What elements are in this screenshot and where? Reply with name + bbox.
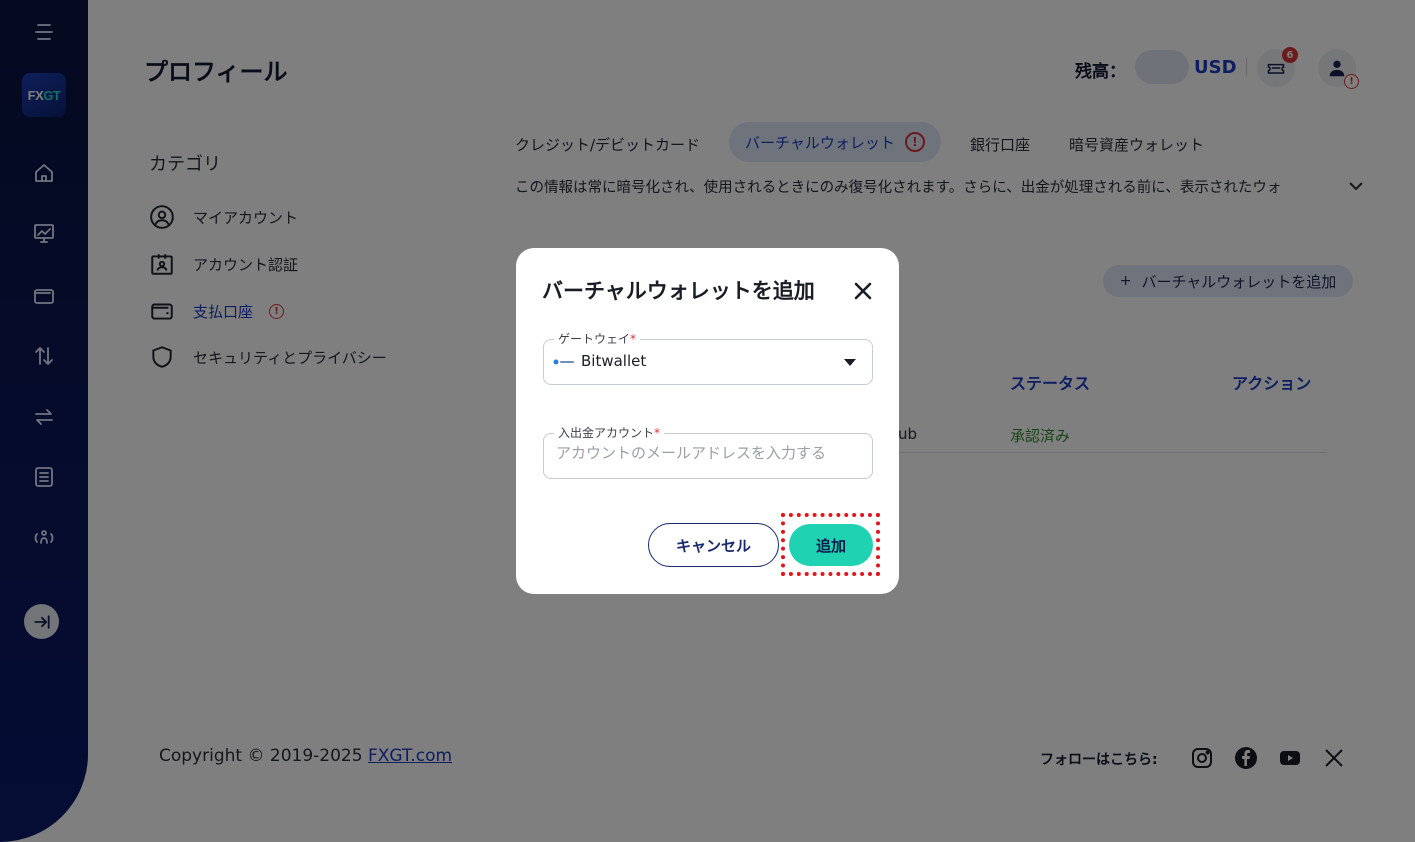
highlight-box: [781, 513, 880, 576]
gateway-label-text: ゲートウェイ: [558, 332, 631, 346]
cancel-button[interactable]: キャンセル: [648, 523, 779, 567]
account-label: 入出金アカウント*: [554, 424, 665, 441]
account-field[interactable]: 入出金アカウント*: [543, 424, 873, 479]
close-icon[interactable]: [850, 278, 876, 304]
required-mark: *: [630, 332, 637, 346]
account-email-input[interactable]: [556, 444, 856, 462]
gateway-label: ゲートウェイ*: [554, 330, 641, 347]
gateway-value: Bitwallet: [581, 352, 647, 370]
add-virtual-wallet-modal: バーチャルウォレットを追加 ゲートウェイ* Bitwallet 入出金アカウント…: [516, 248, 899, 594]
account-label-text: 入出金アカウント: [558, 426, 655, 440]
modal-title: バーチャルウォレットを追加: [542, 279, 815, 303]
bitwallet-logo-icon: [553, 359, 574, 365]
caret-down-icon: [844, 359, 856, 366]
required-mark: *: [654, 426, 661, 440]
gateway-select[interactable]: ゲートウェイ* Bitwallet: [543, 330, 873, 385]
